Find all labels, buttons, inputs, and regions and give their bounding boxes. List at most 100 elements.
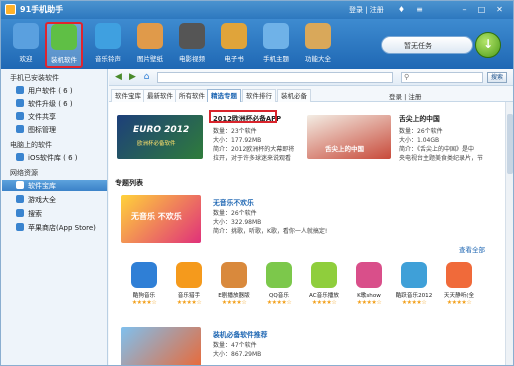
app-tile-ttpod[interactable]: 天天静听(全 ★★★★☆ [438,262,480,314]
toolbar-item-welcome[interactable]: 欢迎 [7,23,45,67]
sidebar-item-app-treasure[interactable]: 软件宝库 [2,180,107,191]
apple-icon [16,223,24,231]
task-status-text: 暂无任务 [404,42,432,50]
toolbar-item-apps[interactable]: 装机软件 [45,22,83,68]
sidebar-item-games[interactable]: 游戏大全 [13,194,107,205]
app-logo-icon [5,4,16,15]
login-register-link[interactable]: 登录 | 注册 [349,5,384,15]
kugou-icon [131,262,157,288]
skin-icon[interactable]: ♦ [396,4,407,15]
sidebar-item-icon-manage[interactable]: 图标管理 [13,124,107,135]
toolbar-item-pictures[interactable]: 图片壁纸 [131,23,169,67]
view-all-link[interactable]: 查看全部 [459,244,485,254]
player-icon [221,262,247,288]
toolbar-item-video[interactable]: 电影视频 [173,23,211,67]
china-food-banner-text: 舌尖上的中国 [325,145,364,153]
content-search-input[interactable]: ⚲ [401,72,483,83]
highlight-box [209,110,277,123]
euro-banner-subtext: 欧洲杯必备软件 [137,141,176,147]
toolbar-item-tools[interactable]: 功能大全 [299,23,337,67]
title-bar: 91手机助手 登录 | 注册 ♦ ≡ – □ ✕ [1,1,513,19]
app-title: 91手机助手 [20,5,64,14]
user-apps-icon [16,86,24,94]
app-tile-player[interactable]: E剧播放器版 ★★★★☆ [213,262,255,314]
magnifier-icon: ⚲ [404,73,410,81]
topic-title-music[interactable]: 无音乐不欢乐 [213,197,254,207]
sidebar-item-user-apps[interactable]: 用户软件 ( 6 ) [13,85,107,96]
film-icon [179,23,205,49]
ttpod-icon [446,262,472,288]
app-tile-ac-music[interactable]: AC音乐播放 ★★★★☆ [303,262,345,314]
music-banner-image[interactable]: 无音乐 不欢乐 [121,195,201,243]
k-song-icon [356,262,382,288]
music-icon [95,23,121,49]
kuyue-icon [401,262,427,288]
tab-ranking[interactable]: 软件排行 [242,89,276,102]
sidebar-item-upgrade[interactable]: 软件升级 ( 6 ) [13,98,107,109]
minimize-icon[interactable]: – [459,4,470,15]
topic-desc-cont: 央电视台主题美食类纪录片，节 [399,155,484,162]
rating-stars: ★★★★☆ [221,299,247,306]
toolbar-item-theme[interactable]: 手机主题 [257,23,295,67]
topic-title-essentials[interactable]: 装机必备软件推荐 [213,329,267,339]
toolbox-icon [305,23,331,49]
euro-banner-image[interactable]: EURO 2012 欧洲杯必备软件 [117,115,203,159]
picture-icon [137,23,163,49]
tab-essentials[interactable]: 装机必备 [277,89,311,102]
topic-card-essentials[interactable]: 装机必备软件推荐 数量：47个软件 大小：867.29MB [109,323,505,365]
music-banner-text: 无音乐 不欢乐 [131,212,182,221]
browser-navbar: ◀ ▶ ⌂ ⚲ 搜索 [109,69,513,86]
sidebar-item-search[interactable]: 搜索 [13,208,107,219]
music-hunter-icon [176,262,202,288]
tab-all[interactable]: 所有软件 [175,89,209,102]
content-scrollbar[interactable] [505,102,513,365]
topic-desc-cont: 拉开，对于许多球迷来说观看 [213,155,292,162]
topic-title-china-food[interactable]: 舌尖上的中国 [399,113,440,123]
menu-icon[interactable]: ≡ [414,4,425,15]
app-window: 91手机助手 登录 | 注册 ♦ ≡ – □ ✕ 欢迎 装机软件 音乐铃声 图片… [0,0,514,366]
scrollbar-thumb[interactable] [507,114,513,174]
sidebar-item-file-share[interactable]: 文件共享 [13,111,107,122]
app-tile-qq-music[interactable]: QQ音乐 ★★★★☆ [258,262,300,314]
app-tile-kuyue[interactable]: 酷跃音乐2012 ★★★★☆ [393,262,435,314]
sidebar-item-app-store[interactable]: 苹果商店(App Store) [13,222,107,233]
app-tile-kugou[interactable]: 酷狗音乐 ★★★★☆ [123,262,165,314]
topic-desc: 简介：《舌尖上的中国》是中 [399,146,475,153]
maximize-icon[interactable]: □ [476,4,487,15]
topic-size: 大小：177.92MB [213,137,262,144]
search-icon [16,209,24,217]
theme-icon [263,23,289,49]
tab-login-link[interactable]: 登录 | 注册 [389,91,421,101]
topic-card-euro[interactable]: EURO 2012 欧洲杯必备软件 2012欧洲杯必备APP 数量：23个软件 … [109,103,309,167]
library-icon [16,153,24,161]
essentials-banner-image[interactable] [121,327,201,365]
home-icon[interactable]: ⌂ [141,72,152,83]
special-list-heading: 专题列表 [115,179,143,187]
topic-card-china-food[interactable]: 舌尖上的中国 舌尖上的中国 数量：26个软件 大小：1.04GB 简介：《舌尖上… [307,103,507,167]
toolbar-item-music[interactable]: 音乐铃声 [89,23,127,67]
toolbar-item-ebook[interactable]: 电子书 [215,23,253,67]
rating-stars: ★★★★☆ [401,299,427,306]
upgrade-icon [16,99,24,107]
forward-arrow-icon[interactable]: ▶ [127,72,138,83]
app-tile-k-song[interactable]: K歌show ★★★★☆ [348,262,390,314]
china-food-banner-image[interactable]: 舌尖上的中国 [307,115,391,159]
sidebar-item-ios-library[interactable]: iOS软件库 ( 6 ) [13,152,107,163]
tab-newest[interactable]: 最新软件 [143,89,177,102]
app-tile-music-hunter[interactable]: 音乐猎手 ★★★★☆ [168,262,210,314]
close-icon[interactable]: ✕ [494,4,505,15]
download-arrow-icon[interactable]: ↓ [475,32,501,58]
topic-size: 大小：322.98MB [213,219,262,226]
tab-treasure[interactable]: 软件宝库 [111,89,145,102]
content-search-button[interactable]: 搜索 [487,72,507,83]
category-tabs: 软件宝库 最新软件 所有软件 精选专题 软件排行 装机必备 登录 | 注册 [109,86,513,102]
tab-featured-topics[interactable]: 精选专题 [207,89,241,102]
task-status-box[interactable]: 暂无任务 [381,36,473,54]
address-bar[interactable] [157,72,393,83]
sidebar-section-pc: 电脑上的软件 [10,141,52,149]
topic-desc: 简介：2012欧洲杯的大幕即将 [213,146,295,153]
sidebar-section-network: 网络资源 [10,169,38,177]
topic-size: 大小：867.29MB [213,351,262,358]
topic-card-music[interactable]: 无音乐 不欢乐 无音乐不欢乐 数量：26个软件 大小：322.98MB 简介：挑… [109,191,505,247]
back-arrow-icon[interactable]: ◀ [113,72,124,83]
